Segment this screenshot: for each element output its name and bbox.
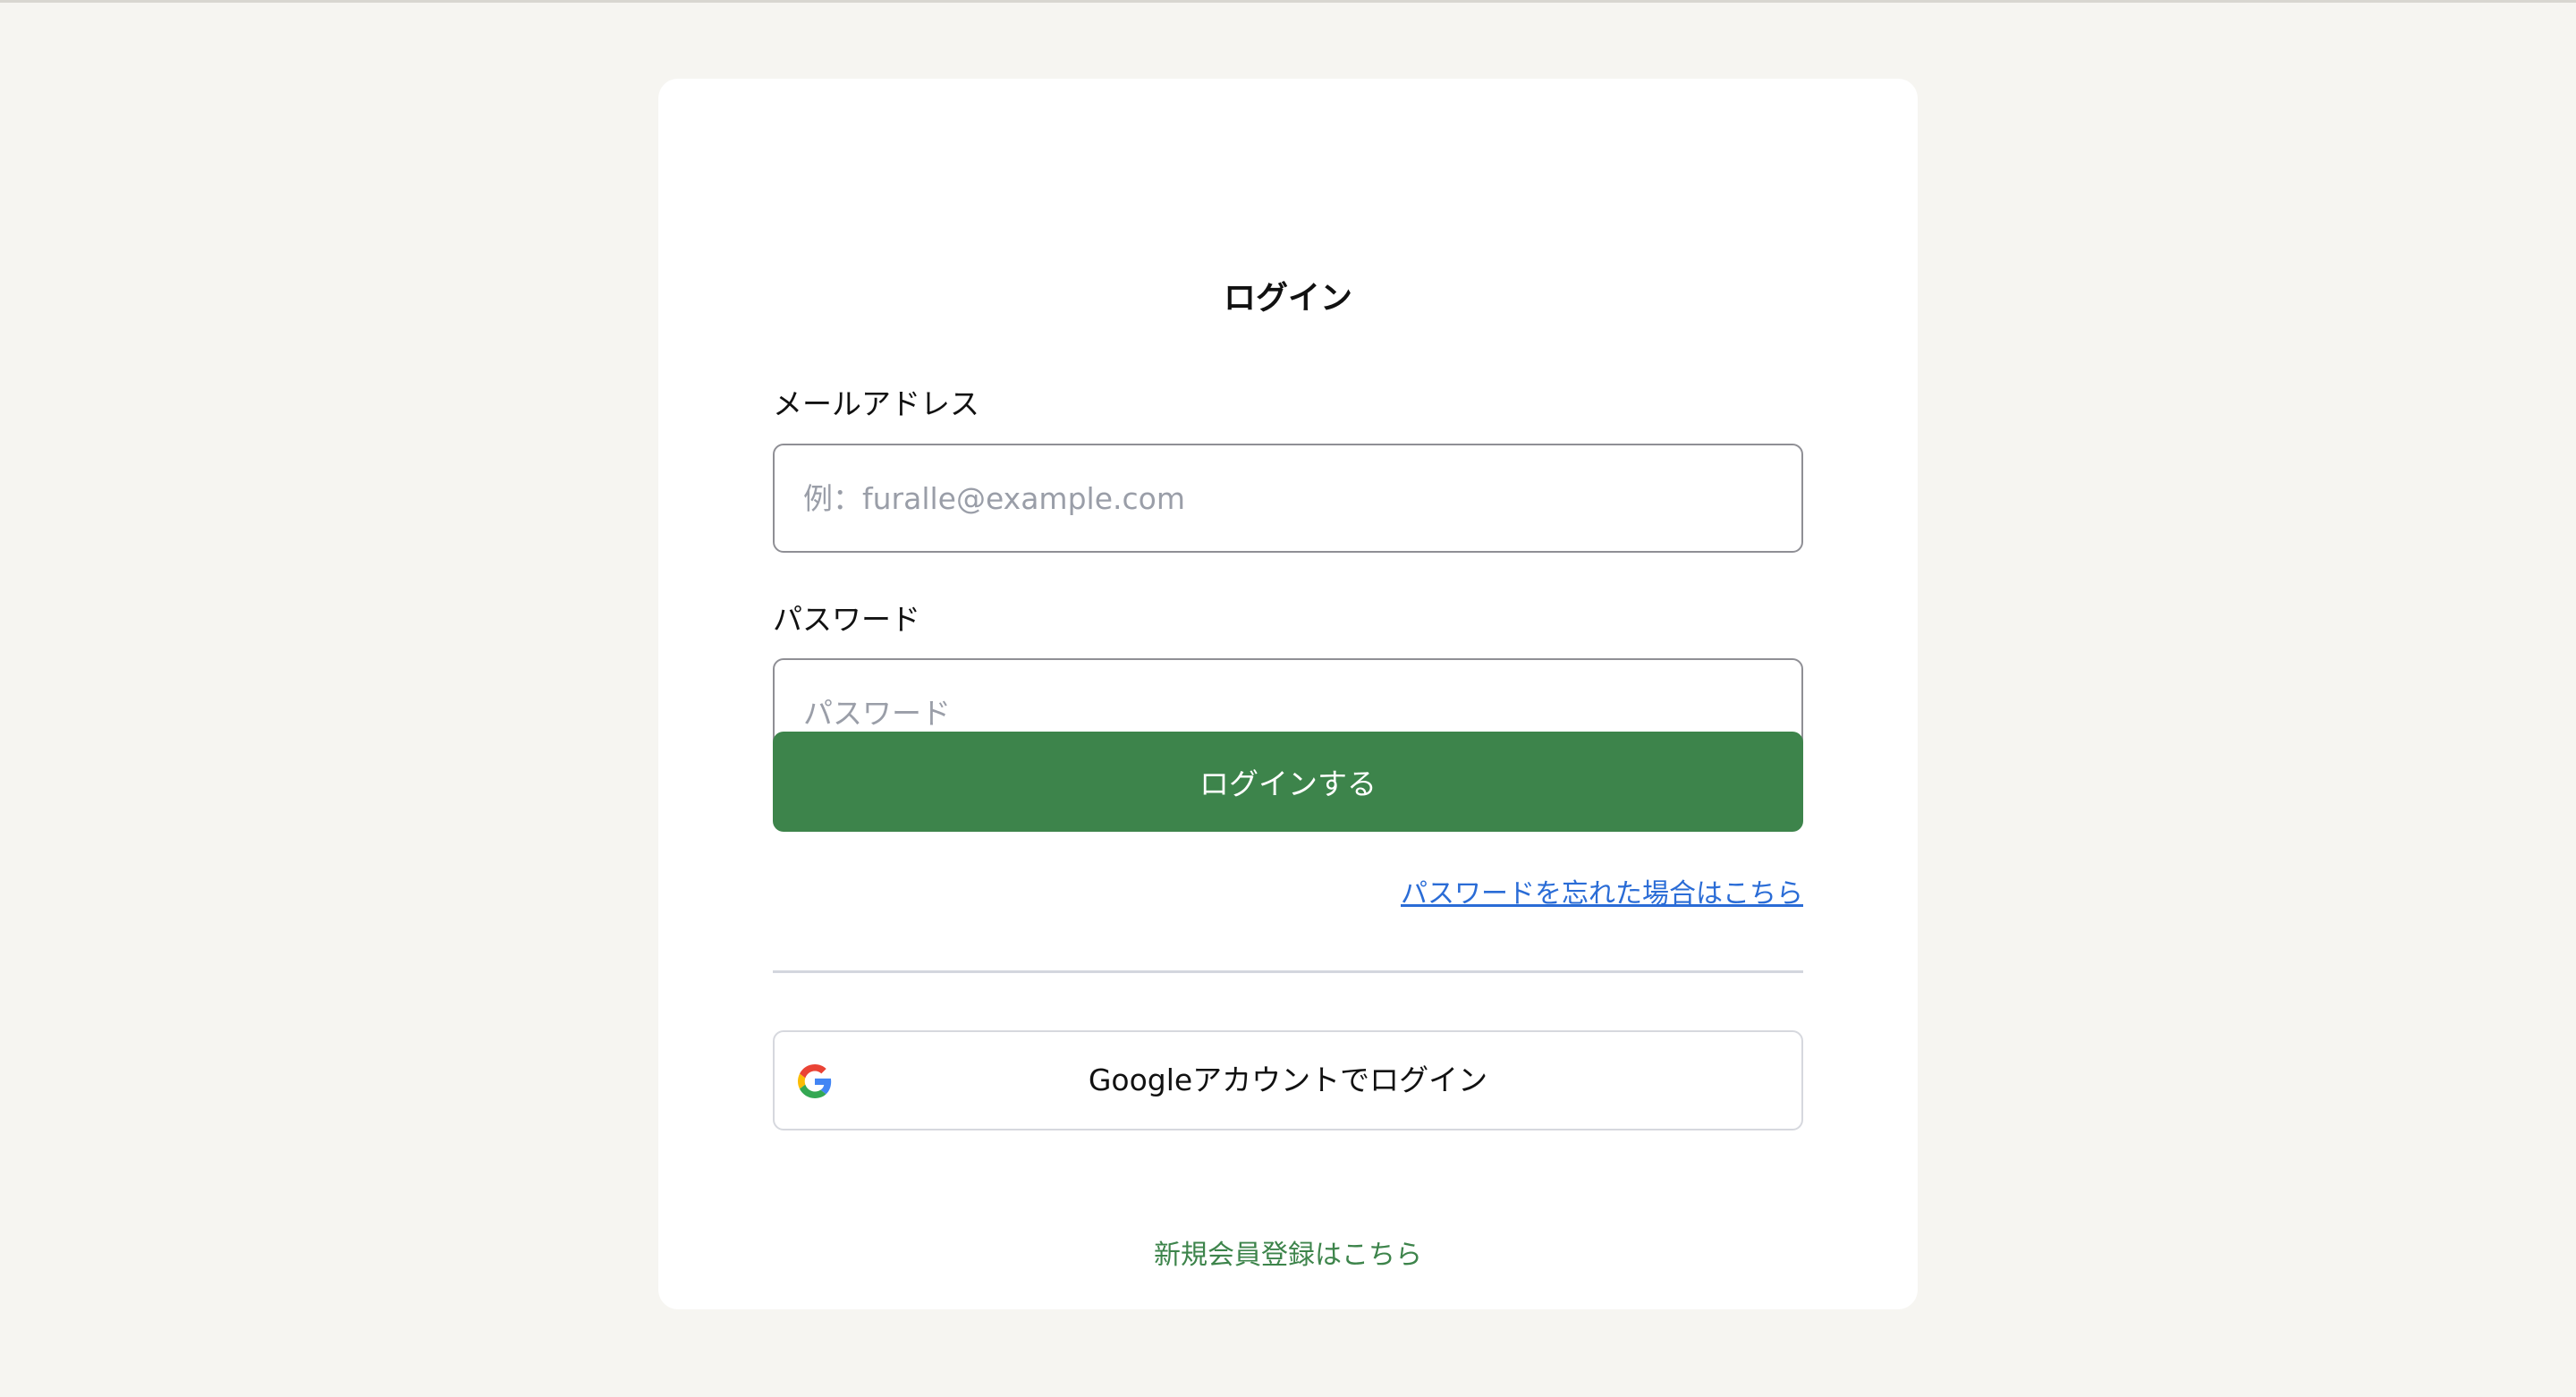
email-label: メールアドレス: [773, 386, 979, 421]
google-login-label: Googleアカウントでログイン: [1088, 1063, 1488, 1097]
login-card: ログイン メールアドレス パスワード ログインする パスワードを忘れた場合はこち…: [658, 79, 1918, 1309]
top-border: [0, 0, 2576, 3]
email-field[interactable]: [773, 444, 1803, 553]
page-title: ログイン: [1223, 280, 1352, 317]
signup-link-row: 新規会員登録はこちら: [658, 1236, 1918, 1275]
login-button[interactable]: ログインする: [773, 732, 1803, 832]
signup-link[interactable]: 新規会員登録はこちら: [1154, 1240, 1422, 1271]
google-login-button[interactable]: Googleアカウントでログイン: [773, 1030, 1803, 1130]
password-label: パスワード: [773, 602, 920, 637]
forgot-password-link[interactable]: パスワードを忘れた場合はこちら: [1401, 875, 1803, 914]
divider: [773, 970, 1803, 973]
